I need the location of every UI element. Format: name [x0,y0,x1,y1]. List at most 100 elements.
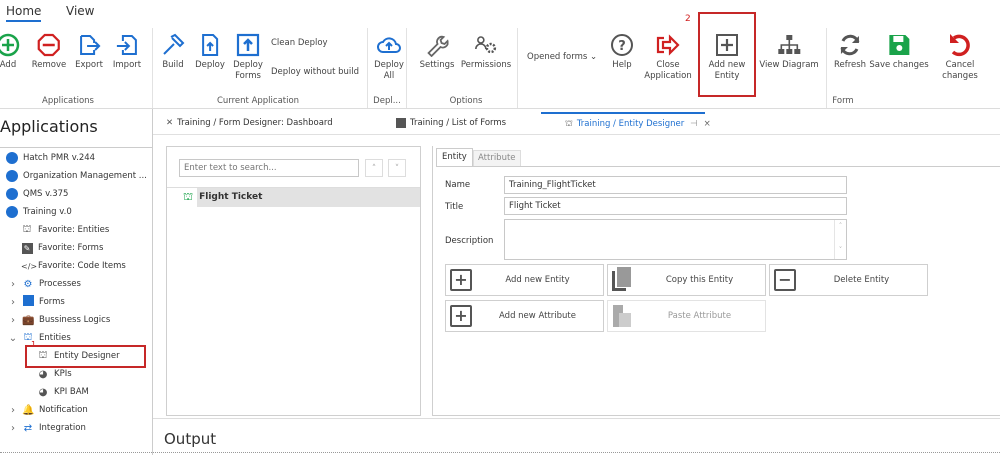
title-field[interactable]: Flight Ticket [504,197,847,215]
briefcase-icon: 💼 [22,314,35,326]
deploy-forms-icon [231,30,265,60]
tree-item-favorite-forms[interactable]: ✎ Favorite: Forms [21,239,103,257]
close-icon[interactable]: × [704,119,711,129]
chevron-right-icon[interactable]: › [8,279,18,290]
build-button[interactable]: Build [161,30,185,71]
chevron-down-icon[interactable]: ⌄ [8,333,18,344]
chevron-right-icon[interactable]: › [8,297,18,308]
output-panel-title: Output [164,430,217,448]
search-prev-button[interactable]: ˄ [365,159,383,177]
tree-item-training[interactable]: Training v.0 [6,203,72,221]
divider [153,418,1000,419]
tree-item-kpi-bam[interactable]: ◕ KPI BAM [37,383,89,401]
description-label: Description [445,236,494,246]
app-icon [6,152,18,164]
tree-item-notification[interactable]: › 🔔 Notification [8,401,88,419]
save-icon [869,30,928,60]
save-changes-button[interactable]: Save changes [869,30,929,71]
tab-home[interactable]: Home [6,4,42,22]
search-input[interactable] [179,159,359,177]
tree-item-forms[interactable]: › Forms [8,293,65,311]
add-new-entity-button[interactable]: Add new Entity [705,30,749,82]
tab-attribute[interactable]: Attribute [473,150,521,166]
ribbon-bottom-border [0,108,1000,109]
divider [826,28,827,108]
export-button[interactable]: Export [75,30,103,71]
close-application-button[interactable]: Close Application [643,30,693,82]
doc-tab-entity-designer[interactable]: ⛫ Training / Entity Designer ⊣ × [541,112,711,134]
chevron-right-icon[interactable]: › [8,405,18,416]
help-icon: ? [610,30,634,60]
add-entity-button[interactable]: + Add new Entity [445,264,604,296]
permissions-button[interactable]: Permissions [461,30,511,71]
copy-entity-button[interactable]: Copy this Entity [607,264,766,296]
cloud-upload-icon [374,30,404,60]
list-item[interactable]: ⛫ Flight Ticket [183,188,420,207]
tree-item-hatch-pmr[interactable]: Hatch PMR v.244 [6,149,95,167]
pie-chart-icon: ◕ [38,368,48,380]
add-button[interactable]: Add [0,30,20,71]
divider [406,28,407,108]
group-options: Options [449,96,483,106]
chevron-right-icon[interactable]: › [8,315,18,326]
export-icon [75,30,103,60]
entity-icon: ⛫ [183,190,194,203]
chevron-right-icon[interactable]: › [8,423,18,434]
tree-item-favorite-code-items[interactable]: </> Favorite: Code Items [21,257,126,275]
sidebar-title: Applications [0,117,98,136]
name-label: Name [445,180,471,190]
divider [367,28,368,108]
search-next-button[interactable]: ˅ [388,159,406,177]
group-current-application: Current Application [216,96,300,106]
delete-entity-button[interactable]: − Delete Entity [769,264,928,296]
divider [517,28,518,108]
doc-tab-list-of-forms[interactable]: Training / List of Forms [396,112,506,134]
pin-icon[interactable]: ⊣ [690,119,697,129]
description-field[interactable] [504,219,847,260]
paste-attribute-button[interactable]: Paste Attribute [607,300,766,332]
deploy-all-button[interactable]: Deploy All [374,30,404,82]
remove-button[interactable]: Remove [32,30,67,71]
tree-item-processes[interactable]: › ⚙ Processes [8,275,81,293]
tree-item-favorite-entities[interactable]: ⛫ Favorite: Entities [21,221,109,239]
tree-item-qms[interactable]: QMS v.375 [6,185,68,203]
form-icon: ✎ [21,242,33,254]
tree-item-business-logics[interactable]: › 💼 Bussiness Logics [8,311,110,329]
tab-entity[interactable]: Entity [436,148,473,166]
tab-view[interactable]: View [66,4,94,18]
add-attribute-button[interactable]: + Add new Attribute [445,300,604,332]
import-icon [113,30,141,60]
deploy-forms-button[interactable]: Deploy Forms [231,30,265,82]
refresh-button[interactable]: Refresh [834,30,866,71]
chevron-down-icon: ⌄ [589,52,598,62]
description-scrollbar[interactable]: ˄ ˅ [834,220,846,259]
form-icon [396,118,406,128]
name-field[interactable]: Training_FlightTicket [504,176,847,194]
divider [152,109,153,455]
tree-item-organization-management[interactable]: Organization Management ... [6,167,147,185]
help-button[interactable]: ? Help [610,30,634,71]
opened-forms-dropdown[interactable]: Opened forms ⌄ [527,52,597,62]
import-button[interactable]: Import [113,30,141,71]
group-applications: Applications [42,96,94,106]
view-diagram-button[interactable]: View Diagram [759,30,819,71]
application-tree: Hatch PMR v.244 Organization Management … [0,148,152,455]
tree-item-integration[interactable]: › ⇄ Integration [8,419,86,437]
doc-tab-form-designer[interactable]: ✕ Training / Form Designer: Dashboard [166,112,333,134]
highlight-box [25,345,146,368]
clean-deploy-button[interactable]: Clean Deploy [271,38,328,48]
hammer-icon [161,30,185,60]
settings-button[interactable]: Settings [420,30,454,71]
title-label: Title [445,202,464,212]
add-icon [0,30,20,60]
deploy-without-build-button[interactable]: Deploy without build [271,67,359,77]
cancel-changes-button[interactable]: Cancel changes [940,30,980,82]
divider [0,452,1000,453]
handshake-icon: ⇄ [23,422,33,434]
divider [152,28,153,108]
exit-icon [643,30,693,60]
remove-icon [32,30,67,60]
forms-icon [22,295,34,309]
deploy-button[interactable]: Deploy [195,30,225,71]
paste-icon [612,303,634,329]
